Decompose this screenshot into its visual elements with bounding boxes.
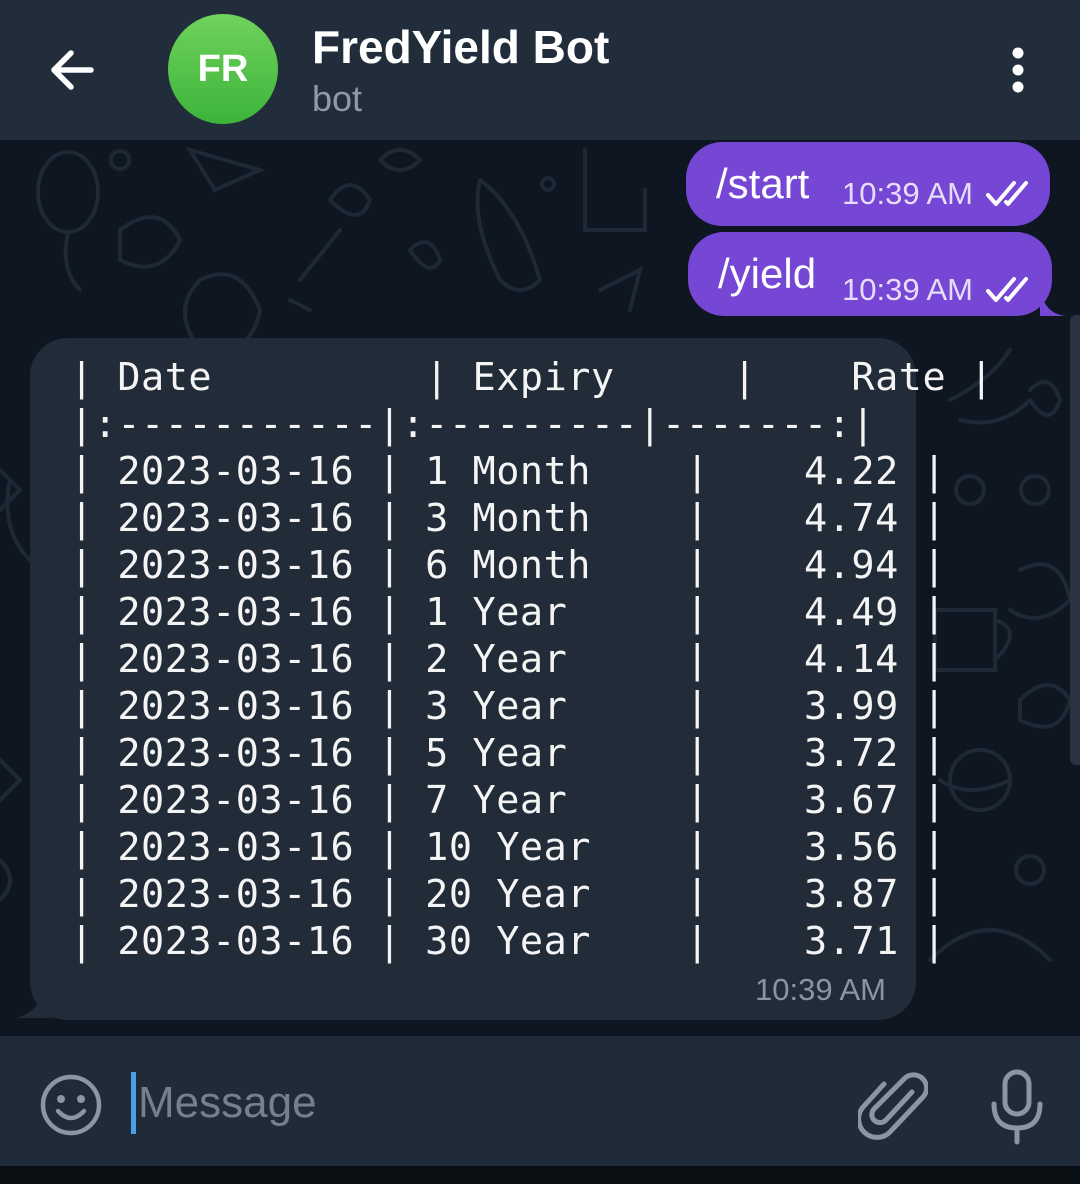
chat-header: FR FredYield Bot bot [0,0,1080,140]
table-row: | 2023-03-16 | 30 Year | 3.71 | [70,919,947,964]
table-row: | 2023-03-16 | 1 Year | 4.49 | [70,590,947,635]
outgoing-bubble-tail [1040,288,1066,316]
message-text: /start [716,160,810,207]
system-navigation-bar [0,1166,1080,1184]
incoming-message[interactable]: | Date | Expiry | Rate | |:-----------|:-… [30,338,993,1020]
emoji-button[interactable] [38,1072,104,1138]
yield-table: | Date | Expiry | Rate | |:-----------|:-… [70,354,993,965]
message-input[interactable] [136,1066,820,1140]
paperclip-icon [856,1072,930,1140]
table-row: | 2023-03-16 | 7 Year | 3.67 | [70,778,947,823]
smile-icon [40,1074,102,1136]
table-row: | 2023-03-16 | 1 Month | 4.22 | [70,449,947,494]
back-button[interactable] [40,38,104,102]
voice-message-button[interactable] [982,1066,1052,1146]
message-text: /yield [718,250,817,297]
chat-area[interactable]: /start 10:39 AM /yield 10:39 AM | Date |… [0,140,1080,1036]
scrollbar[interactable] [1070,315,1080,765]
table-row: | 2023-03-16 | 6 Month | 4.94 | [70,543,947,588]
microphone-icon [991,1069,1043,1145]
chat-title[interactable]: FredYield Bot [312,20,609,74]
message-time: 10:39 AM [755,972,886,1007]
avatar[interactable]: FR [168,14,278,124]
table-row: | 2023-03-16 | 2 Year | 4.14 | [70,637,947,682]
table-row: | 2023-03-16 | 5 Year | 3.72 | [70,731,947,776]
table-row: | 2023-03-16 | 20 Year | 3.87 | [70,872,947,917]
chat-subtitle: bot [312,78,363,119]
double-check-icon [986,277,1028,302]
table-header-row: | Date | Expiry | Rate | [70,355,994,400]
arrow-left-icon [51,50,94,90]
table-separator-row: |:-----------|:---------|-------:| [70,402,876,447]
table-row: | 2023-03-16 | 3 Month | 4.74 | [70,496,947,541]
message-time: 10:39 AM [842,272,973,307]
message-composer [0,1036,1080,1166]
outgoing-message[interactable]: /start 10:39 AM [686,142,1050,226]
table-row: | 2023-03-16 | 3 Year | 3.99 | [70,684,947,729]
attach-button[interactable] [856,1068,930,1144]
more-vertical-icon [1012,47,1024,93]
outgoing-message[interactable]: /yield 10:39 AM [688,232,1052,316]
message-time: 10:39 AM [842,176,973,211]
table-row: | 2023-03-16 | 10 Year | 3.56 | [70,825,947,870]
more-options-button[interactable] [992,40,1044,100]
double-check-icon [986,181,1028,206]
